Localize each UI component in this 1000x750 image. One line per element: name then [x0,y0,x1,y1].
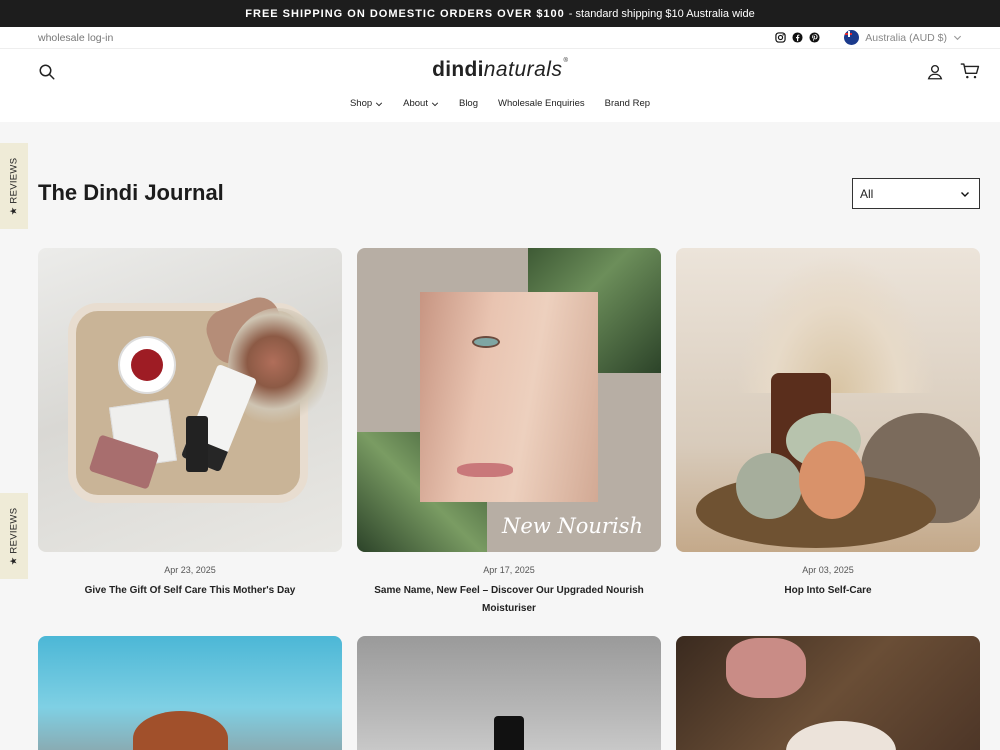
nav-item-label: Shop [349,98,373,109]
account-icon[interactable] [926,63,946,83]
social-links [775,32,820,43]
reviews-tab[interactable]: ★ REVIEWS [0,143,28,229]
image-script-text: New Nourish [501,514,643,538]
reviews-tab-label: ★ REVIEWS [8,157,20,215]
chevron-down-icon [431,101,439,106]
article-card [38,636,342,750]
utility-bar: wholesale log-in Australia (AUD $) [0,27,1000,49]
currency-selector[interactable]: Australia (AUD $) [844,30,962,45]
chevron-down-icon [376,101,383,106]
facebook-icon[interactable] [792,32,803,43]
announcement-bold: FREE SHIPPING ON DOMESTIC ORDERS OVER $1… [245,7,565,20]
nav-item-brand-rep[interactable]: Brand Rep [605,98,650,109]
announcement-bar: FREE SHIPPING ON DOMESTIC ORDERS OVER $1… [0,0,1000,27]
cart-icon[interactable] [960,62,982,82]
nav-item-wholesale-enquiries[interactable]: Wholesale Enquiries [498,98,585,109]
reviews-tab-label: ★ REVIEWS [8,507,20,565]
article-image[interactable] [38,248,342,552]
article-card: New Nourish Apr 17, 2025 Same Name, New … [357,248,661,618]
currency-label: Australia (AUD $) [865,31,947,44]
article-card [676,636,980,750]
blog-filter-select[interactable]: All [852,178,980,209]
chevron-down-icon [953,35,962,41]
chevron-down-icon [961,191,969,197]
article-card: Apr 03, 2025 Hop Into Self-Care [676,248,980,600]
article-title[interactable]: Hop Into Self-Care [676,582,980,600]
wholesale-login-link[interactable]: wholesale log-in [38,32,113,44]
nav-item-shop[interactable]: Shop [350,98,383,109]
page-title: The Dindi Journal [38,180,224,205]
site-header: dindinaturals® Shop About Blog Wholesale… [0,49,1000,122]
reviews-tab[interactable]: ★ REVIEWS [0,493,28,579]
article-image[interactable] [38,636,342,750]
article-image[interactable] [676,636,980,750]
article-card: Apr 23, 2025 Give The Gift Of Self Care … [38,248,342,600]
article-image[interactable] [357,636,661,750]
announcement-rest: - standard shipping $10 Australia wide [568,7,755,20]
article-date: Apr 03, 2025 [802,565,854,575]
article-title[interactable]: Same Name, New Feel – Discover Our Upgra… [357,582,661,618]
article-image[interactable] [676,248,980,552]
main-navigation: Shop About Blog Wholesale Enquiries Bran… [0,98,1000,109]
australia-flag-icon [844,30,860,45]
pinterest-icon[interactable] [809,32,820,43]
logo-mark: ® [563,58,568,64]
filter-selected-value: All [860,186,874,201]
logo-bold: dindi [432,58,484,81]
site-logo[interactable]: dindinaturals® [0,58,1000,82]
instagram-icon[interactable] [775,32,786,43]
nav-item-label: About [403,98,428,109]
article-date: Apr 17, 2025 [483,565,535,575]
article-image[interactable]: New Nourish [357,248,661,552]
nav-item-about[interactable]: About [403,98,439,109]
article-date: Apr 23, 2025 [164,565,216,575]
article-card [357,636,661,750]
nav-item-blog[interactable]: Blog [459,98,478,109]
article-title[interactable]: Give The Gift Of Self Care This Mother's… [38,582,342,600]
logo-italic: naturals [483,58,563,81]
